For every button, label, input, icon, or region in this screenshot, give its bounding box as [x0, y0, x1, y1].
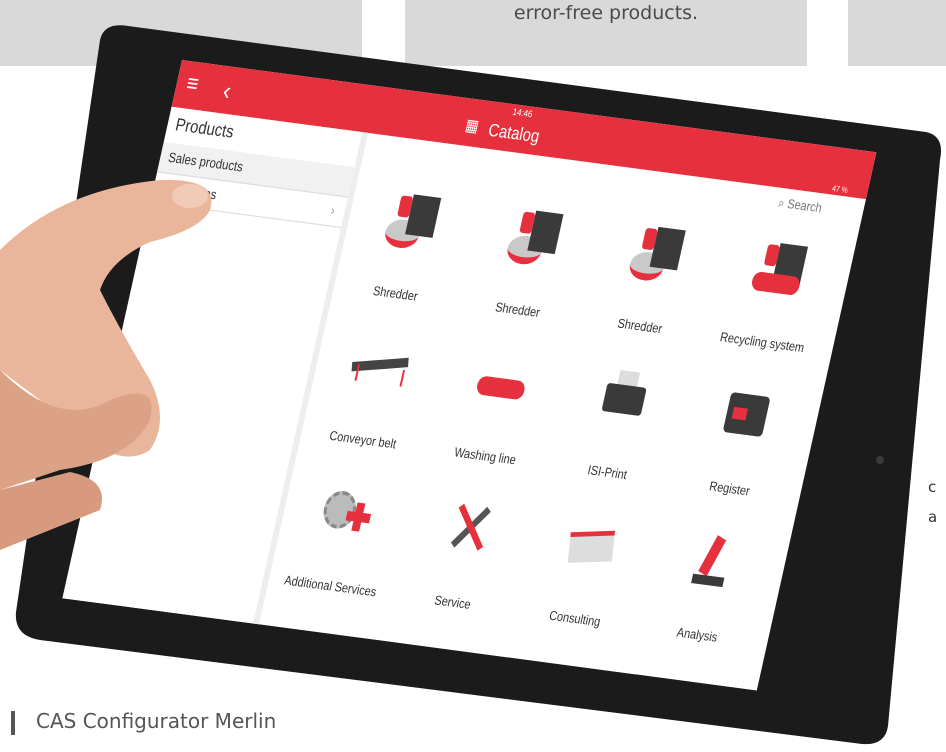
- back-icon[interactable]: ‹: [220, 76, 234, 107]
- recycling-system-icon: [741, 230, 815, 308]
- shredder-icon: [619, 214, 693, 292]
- register-icon: [709, 377, 783, 455]
- grid-icon: ▦: [463, 114, 481, 136]
- catalog-item-label: Service: [432, 593, 472, 613]
- additional-services-icon: [309, 474, 383, 552]
- catalog-item-label: ISI-Print: [586, 463, 629, 483]
- catalog-item-label: Additional Services: [282, 573, 378, 600]
- status-time: 14:46: [511, 106, 534, 120]
- page-title: Catalog: [486, 120, 542, 147]
- catalog-item-label: Consulting: [547, 608, 602, 630]
- tools-icon: [432, 490, 506, 568]
- catalog-item-label: Recycling system: [718, 330, 806, 356]
- shredder-icon: [374, 182, 448, 260]
- catalog-item-label: Washing line: [452, 445, 518, 468]
- battery-indicator: 47 %: [831, 185, 849, 196]
- catalog-item-label: Shredder: [371, 284, 419, 305]
- home-button: [876, 456, 884, 464]
- hand-image: [0, 179, 212, 550]
- chevron-right-icon: ›: [329, 204, 337, 219]
- conveyor-belt-icon: [342, 328, 416, 406]
- catalog-item-label: Register: [707, 479, 752, 500]
- catalog-item-label: Analysis: [675, 625, 719, 646]
- catalog-grid: Shredder Shredder Shredder Recycling sys…: [256, 168, 859, 690]
- catalog-item-label: Conveyor belt: [327, 429, 398, 453]
- document-icon: [554, 507, 628, 585]
- menu-icon[interactable]: ≡: [184, 71, 201, 98]
- catalog-item-label: Shredder: [616, 316, 664, 337]
- shredder-icon: [497, 198, 571, 276]
- printer-icon: [586, 360, 660, 438]
- microscope-icon: [676, 523, 750, 601]
- washing-line-icon: [464, 344, 538, 422]
- search-placeholder: Search: [785, 197, 824, 216]
- catalog-item-label: Shredder: [493, 300, 542, 321]
